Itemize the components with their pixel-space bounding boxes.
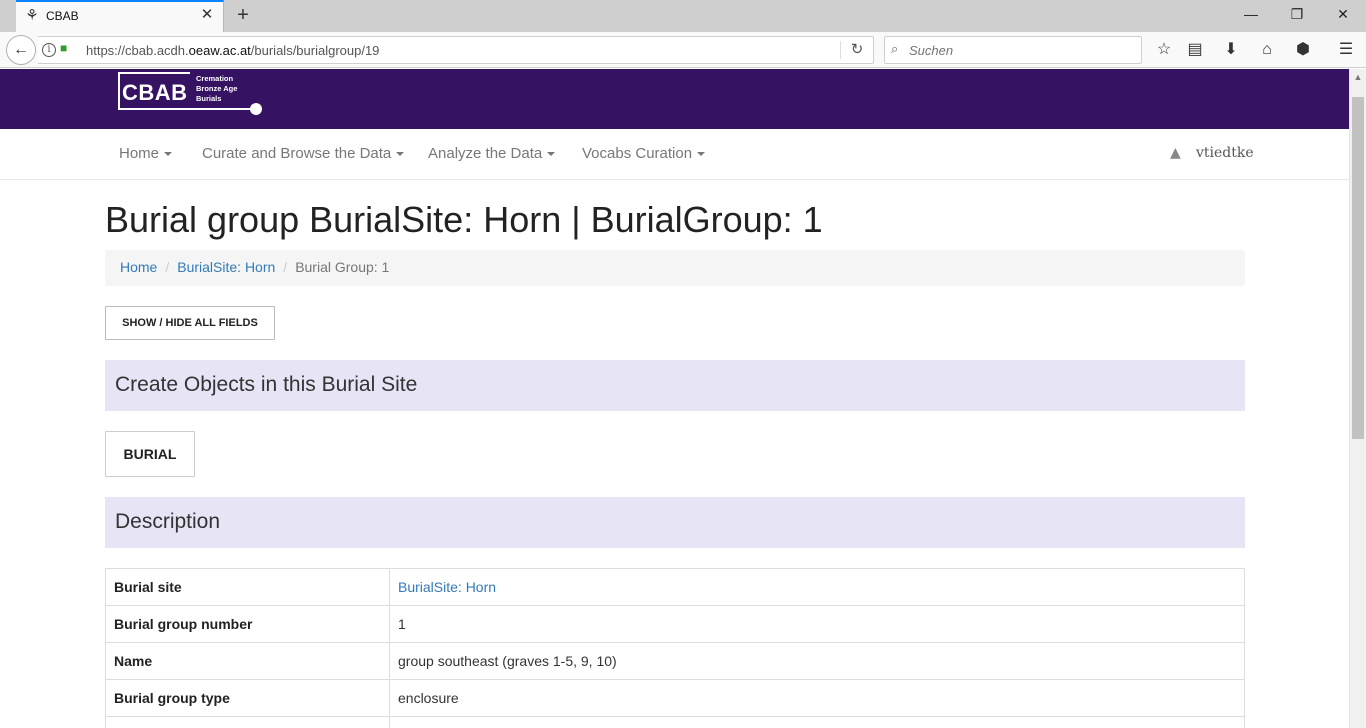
table-row: Burial site BurialSite: Horn xyxy=(105,568,1245,606)
field-value: BurialSite: Horn xyxy=(389,568,1245,606)
site-favicon-icon: ⚘ xyxy=(25,7,39,24)
search-input[interactable] xyxy=(909,41,1129,59)
breadcrumb-burial-site[interactable]: BurialSite: Horn xyxy=(177,259,275,275)
minimize-window-icon[interactable]: — xyxy=(1228,0,1274,30)
field-label xyxy=(105,716,390,728)
breadcrumb: Home / BurialSite: Horn / Burial Group: 1 xyxy=(105,250,1245,286)
field-value: 1 xyxy=(389,605,1245,643)
field-label: Name xyxy=(105,642,390,680)
url-text: https://cbab.acdh.oeaw.ac.at/burials/bur… xyxy=(86,43,380,58)
caret-down-icon xyxy=(164,152,173,157)
table-row xyxy=(105,716,1245,728)
field-label: Burial group type xyxy=(105,679,390,717)
user-icon: ▲ xyxy=(1170,145,1181,161)
restore-window-icon[interactable]: ❐ xyxy=(1274,0,1320,30)
field-label: Burial site xyxy=(105,568,390,606)
page-viewport: CBAB Cremation Bronze Age Burials Home C… xyxy=(0,69,1349,728)
nav-vocabs-curation[interactable]: Vocabs Curation xyxy=(582,145,706,162)
close-window-icon[interactable]: ✕ xyxy=(1320,0,1366,30)
tab-title: CBAB xyxy=(46,9,79,23)
scrollbar-thumb[interactable] xyxy=(1352,97,1364,439)
create-objects-heading: Create Objects in this Burial Site xyxy=(105,360,1245,411)
caret-down-icon xyxy=(396,152,405,157)
caret-down-icon xyxy=(697,152,706,157)
search-icon: ⌕ xyxy=(891,41,899,56)
create-burial-button[interactable]: BURIAL xyxy=(105,431,195,477)
site-header: CBAB Cremation Bronze Age Burials xyxy=(0,69,1349,129)
back-button[interactable]: ← xyxy=(6,35,36,65)
field-label: Burial group number xyxy=(105,605,390,643)
browser-tab-bar: ⚘ CBAB ✕ + — ❐ ✕ xyxy=(0,0,1366,32)
close-tab-icon[interactable]: ✕ xyxy=(199,7,215,23)
reload-icon[interactable]: ↻ xyxy=(847,40,867,60)
cbab-logo[interactable]: CBAB Cremation Bronze Age Burials xyxy=(118,72,278,116)
breadcrumb-home[interactable]: Home xyxy=(120,259,157,275)
scroll-up-icon[interactable]: ▲ xyxy=(1350,69,1366,85)
field-value: enclosure xyxy=(389,679,1245,717)
table-row: Burial group type enclosure xyxy=(105,679,1245,717)
page-scrollbar[interactable]: ▲ xyxy=(1349,69,1366,728)
field-value: group southeast (graves 1-5, 9, 10) xyxy=(389,642,1245,680)
table-row: Name group southeast (graves 1-5, 9, 10) xyxy=(105,642,1245,680)
nav-home[interactable]: Home xyxy=(119,145,173,162)
browser-toolbar: ← i ■ https://cbab.acdh.oeaw.ac.at/buria… xyxy=(0,32,1366,68)
hamburger-menu-icon[interactable]: ☰ xyxy=(1334,38,1358,62)
home-icon[interactable]: ⌂ xyxy=(1255,38,1279,62)
field-value xyxy=(389,716,1245,728)
logo-text: CBAB xyxy=(122,80,188,105)
burial-site-link[interactable]: BurialSite: Horn xyxy=(398,579,496,595)
new-tab-button[interactable]: + xyxy=(232,4,254,26)
description-heading: Description xyxy=(105,497,1245,548)
show-hide-fields-button[interactable]: SHOW / HIDE ALL FIELDS xyxy=(105,306,275,340)
pocket-icon[interactable]: ⬢ xyxy=(1291,38,1315,62)
page-title: Burial group BurialSite: Horn | BurialGr… xyxy=(105,199,823,240)
logo-subtitle: Cremation Bronze Age Burials xyxy=(196,74,238,103)
bookmark-star-icon[interactable]: ☆ xyxy=(1152,38,1176,62)
username: vtiedtke xyxy=(1196,145,1254,161)
page-info-icon[interactable]: i xyxy=(42,43,56,57)
breadcrumb-current: Burial Group: 1 xyxy=(295,259,390,275)
download-icon[interactable]: ⬇ xyxy=(1219,38,1243,62)
browser-tab[interactable]: ⚘ CBAB ✕ xyxy=(16,0,224,32)
lock-icon: ■ xyxy=(60,41,68,55)
nav-analyze[interactable]: Analyze the Data xyxy=(428,145,556,162)
search-bar[interactable]: ⌕ xyxy=(884,36,1142,64)
user-menu[interactable]: ▲ vtiedtke xyxy=(1170,145,1254,161)
address-bar[interactable]: i ■ https://cbab.acdh.oeaw.ac.at/burials… xyxy=(38,36,874,64)
nav-curate-browse[interactable]: Curate and Browse the Data xyxy=(202,145,405,162)
description-table: Burial site BurialSite: Horn Burial grou… xyxy=(105,568,1245,728)
reading-list-icon[interactable]: ▤ xyxy=(1183,38,1207,62)
main-navigation: Home Curate and Browse the Data Analyze … xyxy=(0,129,1349,180)
caret-down-icon xyxy=(547,152,556,157)
table-row: Burial group number 1 xyxy=(105,605,1245,643)
